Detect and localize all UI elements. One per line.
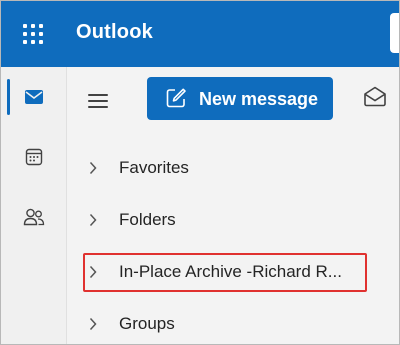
folder-group-folders[interactable]: Folders [67,200,399,240]
app-rail [1,67,67,344]
rail-item-calendar[interactable] [1,131,67,183]
app-title[interactable]: Outlook [76,21,153,44]
search-box-edge[interactable] [390,13,399,53]
folder-group-label: Folders [119,210,176,229]
folder-group-label: Favorites [119,158,189,177]
chevron-right-icon [89,161,97,175]
calendar-icon [25,148,43,166]
compose-icon [166,88,186,108]
envelope-open-icon[interactable] [363,85,387,107]
hamburger-icon[interactable] [88,93,108,109]
navigation-pane: New message Favorites Folders In-Place A… [67,67,399,344]
top-bar: Outlook [1,1,399,67]
folder-group-favorites[interactable]: Favorites [67,148,399,188]
folder-group-groups[interactable]: Groups [67,304,399,344]
chevron-right-icon [89,213,97,227]
new-message-label: New message [199,89,319,109]
rail-item-people[interactable] [1,191,67,243]
chevron-right-icon [89,265,97,279]
folder-group-label: In-Place Archive -Richard R... [119,262,342,281]
waffle-grid-icon[interactable] [23,24,43,44]
folder-group-label: Groups [119,314,175,333]
chevron-right-icon [89,317,97,331]
new-message-button[interactable]: New message [147,77,333,120]
people-icon [23,208,45,226]
mail-icon [25,90,43,104]
rail-item-mail[interactable] [1,71,67,123]
outlook-window: Outlook New message Favorites Folders In… [0,0,400,345]
folder-group-in-place-archive[interactable]: In-Place Archive -Richard R... [67,252,399,292]
